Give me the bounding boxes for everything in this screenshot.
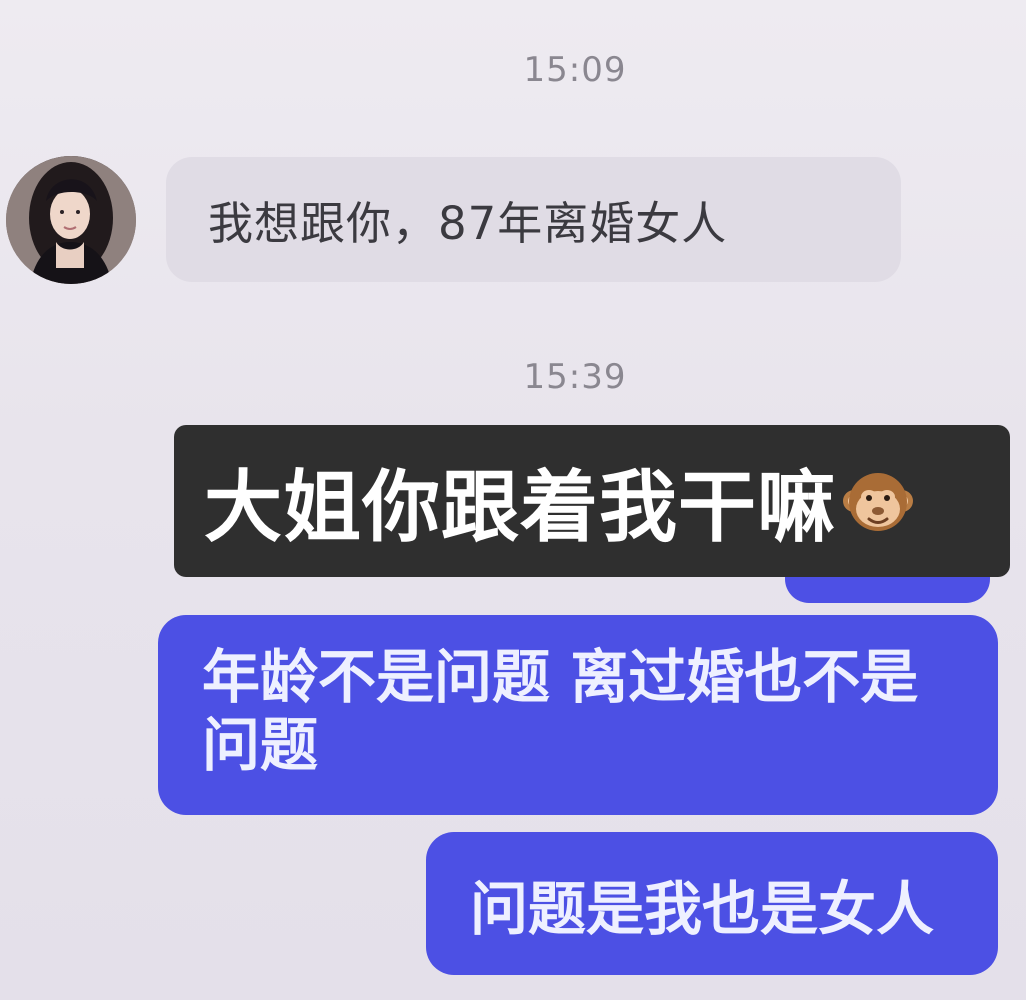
outgoing-message-text: 问题是我也是女人	[470, 874, 935, 943]
message-timestamp: 15:39	[523, 357, 627, 397]
contact-avatar[interactable]	[6, 156, 136, 284]
overlay-caption: 大姐你跟着我干嘛	[174, 425, 1010, 577]
outgoing-message-text: 年龄不是问题 离过婚也不是问题	[202, 643, 919, 779]
incoming-message-bubble[interactable]: 我想跟你，87年离婚女人	[166, 157, 901, 282]
outgoing-message-bubble[interactable]: 年龄不是问题 离过婚也不是问题	[158, 615, 998, 815]
outgoing-message-bubble[interactable]: 问题是我也是女人	[426, 832, 998, 975]
chat-screen: 15:09 我想跟你，87年离婚女人 15:39 大姐你跟着我干嘛 年龄不是问题…	[0, 0, 1026, 1000]
incoming-message-text: 我想跟你，87年离婚女人	[208, 197, 728, 250]
overlay-caption-text: 大姐你跟着我干嘛	[204, 463, 837, 553]
profile-photo-icon	[6, 156, 136, 284]
message-timestamp: 15:09	[523, 50, 627, 90]
monkey-face-icon	[838, 461, 918, 541]
